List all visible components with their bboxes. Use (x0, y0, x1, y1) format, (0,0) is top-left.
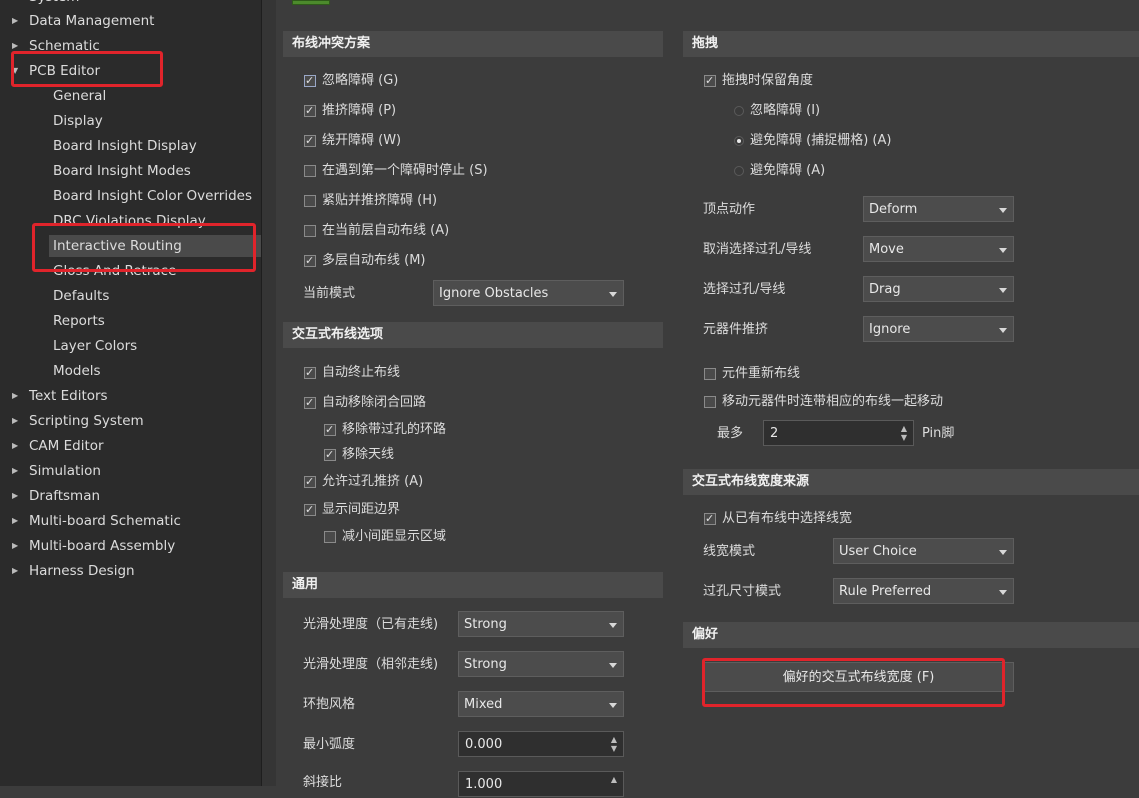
checkbox[interactable] (304, 101, 316, 121)
miter-ratio-label: 斜接比 (303, 775, 343, 790)
chevron-down-icon: ▼ (12, 66, 19, 75)
current-mode-select[interactable]: Ignore Obstacles (433, 280, 624, 306)
dropdown-caret-icon (999, 288, 1007, 293)
selected-via-track-select[interactable]: Drag (863, 276, 1014, 302)
vertex-action-select[interactable]: Deform (863, 196, 1014, 222)
chevron-right-icon: ▶ (12, 41, 19, 50)
spin-down-icon[interactable]: ▼ (901, 434, 907, 442)
radio-button[interactable] (734, 166, 744, 176)
dropdown-caret-icon (609, 663, 617, 668)
radio-button[interactable] (734, 136, 744, 146)
checkbox[interactable] (704, 396, 716, 408)
spin-up-icon[interactable]: ▲ (901, 425, 907, 433)
chevron-right-icon: ▶ (12, 391, 19, 400)
tree-item-board-insight-modes[interactable]: Board Insight Modes (0, 160, 261, 182)
current-mode-label: 当前模式 (303, 286, 356, 301)
checkbox[interactable] (704, 71, 716, 91)
section-general: 通用 (283, 572, 663, 598)
selected-via-track-label: 选择过孔/导线 (703, 282, 786, 297)
chevron-right-icon: ▶ (12, 516, 19, 525)
settings-tree: ▶System ▶Data Management ▶Schematic ▼PCB… (0, 0, 262, 786)
checkbox[interactable] (324, 445, 336, 465)
checkbox[interactable] (324, 531, 336, 543)
tree-item-gloss-and-retrace[interactable]: Gloss And Retrace (0, 260, 261, 282)
dropdown-caret-icon (609, 292, 617, 297)
chevron-right-icon: ▶ (12, 566, 19, 575)
tree-item-interactive-routing[interactable]: Interactive Routing (49, 235, 261, 257)
spin-up-icon[interactable]: ▲ (611, 736, 617, 744)
chevron-right-icon: ▶ (12, 441, 19, 450)
tree-item-reports[interactable]: Reports (0, 310, 261, 332)
dropdown-caret-icon (609, 623, 617, 628)
sidebar-scrollbar[interactable] (262, 0, 276, 786)
min-arc-label: 最小弧度 (303, 737, 356, 752)
checkbox[interactable] (304, 500, 316, 520)
checkbox[interactable] (304, 225, 316, 237)
pcb-editor-icon (292, 0, 330, 5)
spin-up-icon[interactable]: ▲ (611, 776, 617, 784)
chevron-right-icon: ▶ (12, 466, 19, 475)
tree-item-general[interactable]: General (0, 85, 261, 107)
section-routing-conflict: 布线冲突方案 (283, 31, 663, 57)
smoothing-adjacent-select[interactable]: Strong (458, 651, 624, 677)
tree-item-board-insight-color-overrides[interactable]: Board Insight Color Overrides (0, 185, 261, 207)
section-width-source: 交互式布线宽度来源 (683, 469, 1139, 495)
tree-item-display[interactable]: Display (0, 110, 261, 132)
smoothing-existing-label: 光滑处理度（已有走线) (303, 617, 439, 632)
chevron-right-icon: ▶ (12, 541, 19, 550)
track-width-mode-select[interactable]: User Choice (833, 538, 1014, 564)
via-size-mode-label: 过孔尺寸模式 (703, 584, 782, 599)
chevron-right-icon: ▶ (12, 0, 18, 8)
smoothing-existing-select[interactable]: Strong (458, 611, 624, 637)
checkbox[interactable] (304, 251, 316, 271)
tree-item-drc-violations-display[interactable]: DRC Violations Display (0, 210, 261, 232)
hugging-style-label: 环抱风格 (303, 697, 356, 712)
checkbox[interactable] (304, 393, 316, 413)
tree-item-layer-colors[interactable]: Layer Colors (0, 335, 261, 357)
component-pushing-label: 元器件推挤 (703, 322, 769, 337)
chevron-right-icon: ▶ (12, 416, 19, 425)
section-interactive-options: 交互式布线选项 (283, 322, 663, 348)
miter-ratio-spinbox[interactable]: 1.000 ▲ (458, 771, 624, 797)
tree-item-models[interactable]: Models (0, 360, 261, 382)
checkbox[interactable] (304, 131, 316, 151)
track-width-mode-label: 线宽模式 (703, 544, 756, 559)
spin-down-icon[interactable]: ▼ (611, 745, 617, 753)
preferred-width-button[interactable]: 偏好的交互式布线宽度 (F) (703, 662, 1014, 692)
checkbox[interactable] (304, 472, 316, 492)
checkbox[interactable] (304, 165, 316, 177)
checkbox[interactable] (324, 420, 336, 440)
checkbox[interactable] (304, 195, 316, 207)
chevron-right-icon: ▶ (12, 491, 19, 500)
checkbox[interactable] (304, 71, 316, 91)
tree-item-defaults[interactable]: Defaults (0, 285, 261, 307)
dropdown-caret-icon (999, 550, 1007, 555)
min-arc-spinbox[interactable]: 0.000 ▲ ▼ (458, 731, 624, 757)
dropdown-caret-icon (609, 703, 617, 708)
radio-button[interactable] (734, 106, 744, 116)
component-pushing-select[interactable]: Ignore (863, 316, 1014, 342)
section-preferences: 偏好 (683, 622, 1139, 648)
dropdown-caret-icon (999, 248, 1007, 253)
vertex-action-label: 顶点动作 (703, 202, 756, 217)
checkbox[interactable] (704, 509, 716, 529)
dropdown-caret-icon (999, 328, 1007, 333)
section-drag: 拖拽 (683, 31, 1139, 57)
unselected-via-track-select[interactable]: Move (863, 236, 1014, 262)
dropdown-caret-icon (999, 208, 1007, 213)
smoothing-adjacent-label: 光滑处理度（相邻走线) (303, 657, 439, 672)
chevron-right-icon: ▶ (12, 16, 19, 25)
tree-item-board-insight-display[interactable]: Board Insight Display (0, 135, 261, 157)
max-pins-unit: Pin脚 (922, 426, 955, 441)
checkbox[interactable] (304, 363, 316, 383)
dropdown-caret-icon (999, 590, 1007, 595)
via-size-mode-select[interactable]: Rule Preferred (833, 578, 1014, 604)
unselected-via-track-label: 取消选择过孔/导线 (703, 242, 812, 257)
checkbox[interactable] (704, 368, 716, 380)
max-pins-label: 最多 (717, 426, 744, 441)
max-pins-spinbox[interactable]: 2 ▲ ▼ (763, 420, 914, 446)
hugging-style-select[interactable]: Mixed (458, 691, 624, 717)
